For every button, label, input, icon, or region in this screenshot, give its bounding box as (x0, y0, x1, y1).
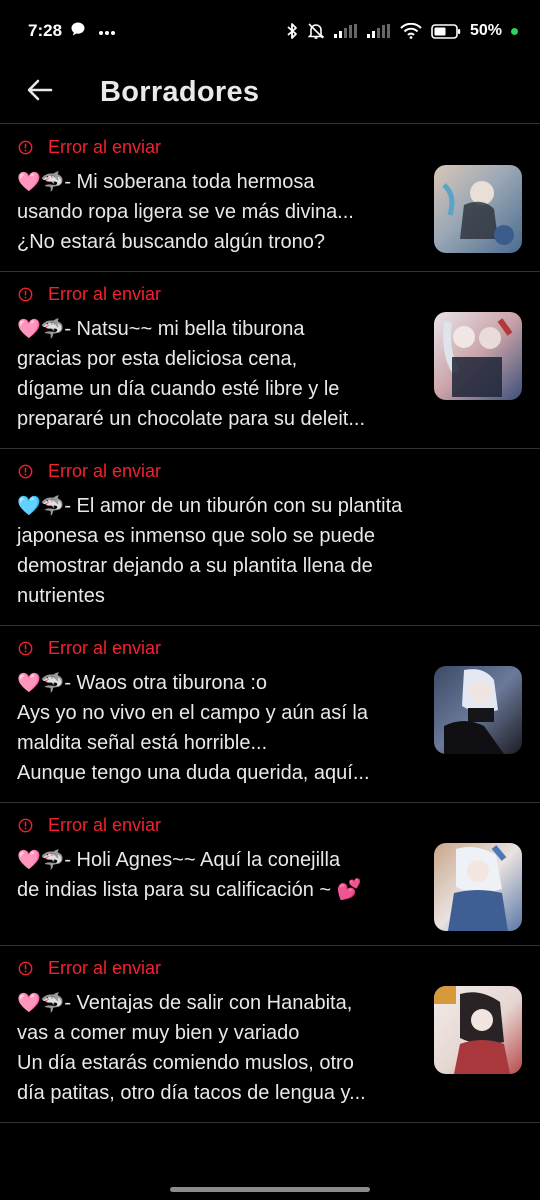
draft-item[interactable]: Error al enviar 🩷🦈- Waos otra tiburona :… (0, 626, 540, 803)
signal-icon-2 (366, 24, 391, 38)
draft-message: - Mi soberana toda hermosa usando ropa l… (17, 171, 354, 253)
back-button[interactable] (20, 73, 60, 113)
error-row: Error al enviar (17, 815, 522, 835)
draft-message: - Natsu~~ mi bella tiburona gracias por … (17, 318, 365, 430)
draft-item[interactable]: Error al enviar 🩷🦈- Holi Agnes~~ Aquí la… (0, 803, 540, 946)
draft-item[interactable]: Error al enviar 🩷🦈- Ventajas de salir co… (0, 946, 540, 1123)
draft-emoji: 🩷🦈 (17, 171, 65, 193)
draft-thumbnail[interactable] (434, 843, 522, 931)
draft-message: - Waos otra tiburona :o Ays yo no vivo e… (17, 672, 370, 784)
draft-thumbnail[interactable] (434, 312, 522, 400)
app-header: Borradores (0, 62, 540, 124)
draft-emoji: 🩷🦈 (17, 672, 65, 694)
draft-item[interactable]: Error al enviar 🩵🦈- El amor de un tiburó… (0, 449, 540, 626)
home-indicator[interactable] (170, 1187, 370, 1192)
status-bar: 7:28 50% (0, 0, 540, 62)
draft-message: - Holi Agnes~~ Aquí la conejilla de indi… (17, 849, 362, 901)
alert-circle-icon (17, 463, 33, 479)
draft-text: 🩵🦈- El amor de un tiburón con su plantit… (17, 491, 522, 611)
error-text: Error al enviar (48, 957, 162, 978)
error-text: Error al enviar (48, 460, 162, 481)
status-time: 7:28 (28, 21, 63, 40)
alert-circle-icon (17, 960, 33, 976)
draft-message: - Ventajas de salir con Hanabita, vas a … (17, 992, 366, 1104)
draft-text: 🩷🦈- Holi Agnes~~ Aquí la conejilla de in… (17, 845, 434, 905)
error-text: Error al enviar (48, 283, 162, 304)
draft-emoji: 🩷🦈 (17, 849, 65, 871)
error-row: Error al enviar (17, 461, 522, 481)
arrow-left-icon (27, 79, 53, 106)
draft-emoji: 🩷🦈 (17, 992, 65, 1014)
error-row: Error al enviar (17, 284, 522, 304)
error-text: Error al enviar (48, 637, 162, 658)
draft-text: 🩷🦈- Waos otra tiburona :o Ays yo no vivo… (17, 668, 434, 788)
drafts-list: Error al enviar 🩷🦈- Mi soberana toda her… (0, 125, 540, 1123)
alert-circle-icon (17, 640, 33, 656)
battery-percent: 50% (469, 22, 502, 39)
draft-item[interactable]: Error al enviar 🩷🦈- Mi soberana toda her… (0, 125, 540, 272)
signal-icon (333, 24, 358, 38)
draft-thumbnail[interactable] (434, 666, 522, 754)
chat-bubble-icon (70, 21, 86, 42)
bluetooth-icon (286, 22, 298, 40)
draft-text: 🩷🦈- Ventajas de salir con Hanabita, vas … (17, 988, 434, 1108)
error-text: Error al enviar (48, 814, 162, 835)
draft-emoji: 🩵🦈 (17, 495, 65, 517)
battery-icon (431, 23, 461, 39)
draft-text: 🩷🦈- Natsu~~ mi bella tiburona gracias po… (17, 314, 434, 434)
draft-item[interactable]: Error al enviar 🩷🦈- Natsu~~ mi bella tib… (0, 272, 540, 449)
more-dots-icon (98, 21, 116, 41)
alert-circle-icon (17, 139, 33, 155)
error-row: Error al enviar (17, 137, 522, 157)
page-title: Borradores (100, 76, 260, 108)
draft-emoji: 🩷🦈 (17, 318, 65, 340)
error-row: Error al enviar (17, 638, 522, 658)
charging-dot (511, 27, 518, 35)
error-row: Error al enviar (17, 958, 522, 978)
draft-thumbnail[interactable] (434, 165, 522, 253)
alert-circle-icon (17, 817, 33, 833)
mute-bell-icon (307, 22, 325, 40)
wifi-icon (400, 23, 422, 39)
draft-text: 🩷🦈- Mi soberana toda hermosa usando ropa… (17, 167, 434, 257)
alert-circle-icon (17, 286, 33, 302)
draft-message: - El amor de un tiburón con su plantita … (17, 495, 403, 607)
error-text: Error al enviar (48, 136, 162, 157)
draft-thumbnail[interactable] (434, 986, 522, 1074)
